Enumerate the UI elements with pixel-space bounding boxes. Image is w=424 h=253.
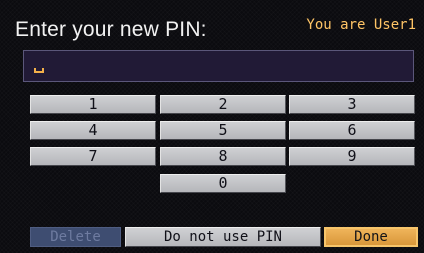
delete-button[interactable]: Delete: [30, 227, 121, 247]
key-2[interactable]: 2: [160, 95, 286, 114]
do-not-use-pin-button[interactable]: Do not use PIN: [125, 227, 321, 247]
key-1[interactable]: 1: [30, 95, 156, 114]
pin-input-field[interactable]: [23, 50, 414, 82]
key-4[interactable]: 4: [30, 121, 156, 140]
key-7[interactable]: 7: [30, 147, 156, 166]
current-user-label: You are User1: [306, 17, 416, 33]
key-8[interactable]: 8: [160, 147, 286, 166]
key-5[interactable]: 5: [160, 121, 286, 140]
key-0[interactable]: 0: [160, 174, 286, 193]
text-cursor-icon: [34, 68, 44, 73]
key-6[interactable]: 6: [289, 121, 415, 140]
done-button[interactable]: Done: [324, 227, 418, 247]
pin-entry-screen: Enter your new PIN: You are User1 1 2 3 …: [0, 0, 424, 253]
key-9[interactable]: 9: [289, 147, 415, 166]
page-title: Enter your new PIN:: [15, 18, 207, 41]
key-3[interactable]: 3: [289, 95, 415, 114]
